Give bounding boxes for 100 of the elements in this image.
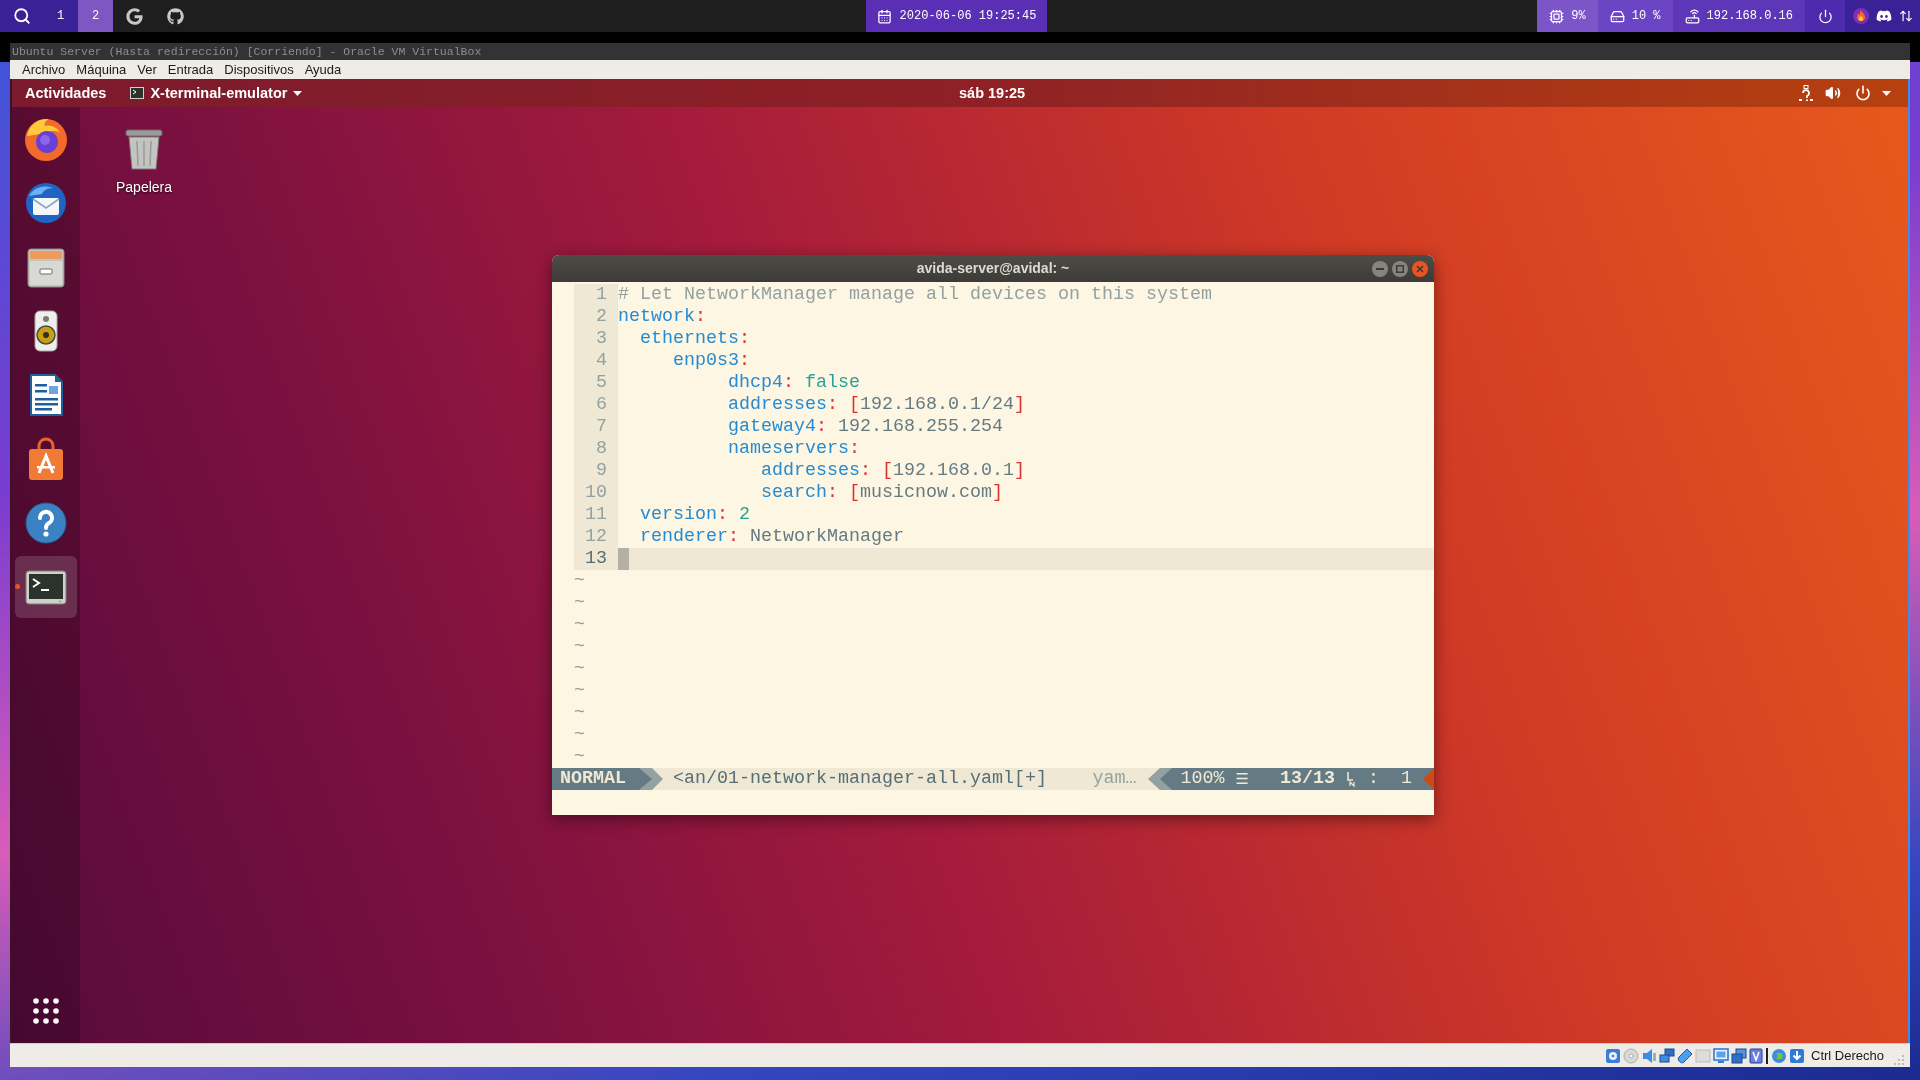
cpu-icon xyxy=(1549,8,1565,24)
empty-line-marker: ~ xyxy=(574,592,585,613)
line-number: 8 xyxy=(574,438,618,460)
host-key-label: Ctrl Derecho xyxy=(1811,1046,1884,1065)
menu-item[interactable]: Entrada xyxy=(162,60,219,79)
line-number: 12 xyxy=(574,526,618,548)
indicator-value: 192.168.0.16 xyxy=(1706,8,1793,25)
code-line: version: 2 xyxy=(640,504,750,526)
menu-item[interactable]: Máquina xyxy=(71,60,132,79)
minimize-button[interactable] xyxy=(1372,260,1388,277)
code-line: nameservers: xyxy=(728,438,860,460)
maximize-icon xyxy=(1396,264,1404,273)
app-menu[interactable]: X-terminal-emulator xyxy=(130,79,303,107)
code-line: search: [musicnow.com] xyxy=(761,482,1003,504)
apps-grid-icon xyxy=(33,998,59,1024)
caret-icon xyxy=(293,90,303,96)
chat-logo-icon xyxy=(1875,8,1892,24)
clock-button[interactable]: sáb 19:25 xyxy=(959,79,1026,107)
g-logo-icon xyxy=(126,7,143,25)
workspace-button[interactable]: 1 xyxy=(43,0,78,32)
line-position: 13/13 xyxy=(1280,768,1335,790)
separator-arrow-icon xyxy=(639,768,663,790)
empty-line-marker: ~ xyxy=(574,570,585,591)
window-stack-icon[interactable] xyxy=(1731,1047,1748,1064)
volume-icon[interactable] xyxy=(1825,85,1841,101)
file-name: <an/01-network-manager-all.yaml[+] xyxy=(672,768,1047,790)
dock-item[interactable] xyxy=(15,556,77,618)
flame-icon xyxy=(1852,8,1869,24)
transfer-arrows-icon xyxy=(1898,9,1913,23)
code-line: enp0s3: xyxy=(673,350,750,372)
resize-grip-icon xyxy=(1894,1055,1904,1065)
empty-line-marker: ~ xyxy=(574,724,585,745)
date-time: 2020-06-06 19:25:45 xyxy=(899,8,1037,25)
maximize-button[interactable] xyxy=(1392,260,1408,277)
line-number: 10 xyxy=(574,482,618,504)
menu-item[interactable]: Dispositivos xyxy=(219,60,299,79)
usb-stick-icon[interactable] xyxy=(1677,1047,1694,1064)
code-line: addresses: [192.168.0.1] xyxy=(761,460,1025,482)
help-icon xyxy=(23,500,69,546)
menu-item[interactable]: Ayuda xyxy=(299,60,347,79)
monitors-icon[interactable] xyxy=(1659,1047,1676,1064)
code-line: network: xyxy=(618,306,706,328)
scroll-percent: 100% xyxy=(1180,768,1225,790)
window-title: Ubuntu Server (Hasta redirección) [Corriendo] - Oracle VM VirtualBox xyxy=(12,44,482,60)
line-glyph: ☰ xyxy=(1235,769,1249,790)
line-number: 5 xyxy=(574,372,618,394)
indicator-value: 10 % xyxy=(1631,8,1661,25)
column-separator: : xyxy=(1368,768,1379,790)
line-number-icon xyxy=(1346,771,1356,787)
speaker-icon[interactable] xyxy=(1641,1047,1658,1064)
workspace-button[interactable]: 2 xyxy=(78,0,113,32)
power-icon xyxy=(1817,8,1833,24)
caret-icon[interactable] xyxy=(1882,90,1891,96)
question-icon xyxy=(1799,85,1813,101)
empty-line-marker: ~ xyxy=(574,680,585,701)
empty-line-marker: ~ xyxy=(574,636,585,657)
search-icon xyxy=(12,7,31,25)
close-icon xyxy=(1416,264,1424,273)
power-icon[interactable] xyxy=(1855,85,1871,101)
minimize-icon xyxy=(1376,267,1384,270)
mail-icon xyxy=(23,180,69,226)
text-cursor xyxy=(618,548,629,570)
trash-icon xyxy=(124,127,164,171)
indicator-value: 9% xyxy=(1571,8,1586,25)
file-type: yam… xyxy=(1092,768,1137,790)
line-number: 3 xyxy=(574,328,618,350)
empty-line-marker: ~ xyxy=(574,658,585,679)
code-line: # Let NetworkManager manage all devices on this system xyxy=(618,284,1212,306)
empty-line-marker: ~ xyxy=(574,746,585,767)
search-button[interactable] xyxy=(0,0,43,32)
line-number: 6 xyxy=(574,394,618,416)
line-number: 7 xyxy=(574,416,618,438)
drive-icon xyxy=(1609,8,1625,24)
close-button[interactable] xyxy=(1412,260,1428,277)
activities-button[interactable]: Actividades xyxy=(25,79,107,107)
code-line: gateway4: 192.168.255.254 xyxy=(728,416,1003,438)
cat-logo-icon xyxy=(167,7,184,25)
chip-icon[interactable] xyxy=(1749,1047,1764,1064)
calendar-icon xyxy=(876,8,892,24)
empty-line-marker: ~ xyxy=(574,614,585,635)
code-line: addresses: [192.168.0.1/24] xyxy=(728,394,1025,416)
line-number: 13 xyxy=(574,548,618,570)
line-number: 11 xyxy=(574,504,618,526)
line-number: 4 xyxy=(574,350,618,372)
display-icon[interactable] xyxy=(1713,1047,1730,1064)
column-number: 1 xyxy=(1401,768,1412,790)
empty-line-marker: ~ xyxy=(574,702,585,723)
power-button[interactable] xyxy=(1805,0,1845,32)
code-line: ethernets: xyxy=(640,328,750,350)
segment-arrow-icon xyxy=(1423,768,1434,790)
router-icon xyxy=(1684,8,1700,24)
line-number: 1 xyxy=(574,284,618,306)
terminal-icon xyxy=(130,87,145,99)
window-title: avida-server@avidal: ~ xyxy=(916,259,1070,278)
browser-icon xyxy=(23,116,69,162)
menu-item[interactable]: Ver xyxy=(132,60,162,79)
line-number: 9 xyxy=(574,460,618,482)
line-number: 2 xyxy=(574,306,618,328)
menu-item[interactable]: Archivo xyxy=(17,60,71,79)
code-line: renderer: NetworkManager xyxy=(640,526,904,548)
